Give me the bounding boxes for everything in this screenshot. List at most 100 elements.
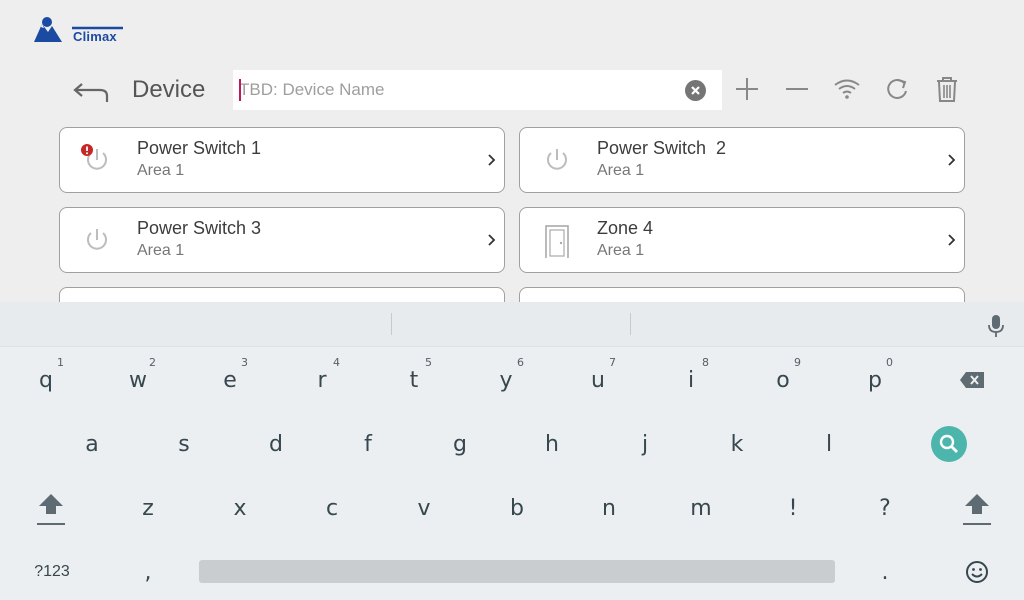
soft-keyboard: q1 w2 e3 r4 t5 y6 u7 i8 o9 p0 a s d f g … xyxy=(0,302,1024,600)
close-icon xyxy=(691,86,700,95)
search-action-key[interactable] xyxy=(931,426,967,462)
key-e[interactable]: e3 xyxy=(200,350,260,410)
shift-key-right[interactable] xyxy=(947,478,1007,538)
key-label: i xyxy=(687,367,695,393)
device-card-partial[interactable] xyxy=(59,287,505,302)
key-s[interactable]: s xyxy=(154,414,214,474)
key-q[interactable]: q1 xyxy=(16,350,76,410)
alert-icon xyxy=(81,144,93,156)
key-hint: 9 xyxy=(794,356,801,369)
device-name: Power Switch 3 xyxy=(137,218,262,238)
key-f[interactable]: f xyxy=(338,414,398,474)
key-v[interactable]: v xyxy=(394,478,454,538)
symbols-key[interactable]: ?123 xyxy=(24,560,80,584)
backspace-icon xyxy=(960,372,984,388)
key-u[interactable]: u7 xyxy=(568,350,628,410)
key-label: e xyxy=(223,367,237,393)
clear-search-button[interactable] xyxy=(685,80,706,101)
key-hint: 1 xyxy=(57,356,64,369)
device-area: Area 1 xyxy=(137,162,185,179)
key-label: w xyxy=(129,367,147,393)
key-w[interactable]: w2 xyxy=(108,350,168,410)
door-icon xyxy=(545,225,569,258)
chevron-right-icon xyxy=(948,154,956,166)
key-period[interactable]: . xyxy=(855,542,915,600)
key-h[interactable]: h xyxy=(522,414,582,474)
header-bar: Climax xyxy=(0,0,1024,60)
suggestion-divider xyxy=(630,313,631,335)
emoji-icon xyxy=(966,561,988,583)
key-y[interactable]: y6 xyxy=(476,350,536,410)
key-d[interactable]: d xyxy=(246,414,306,474)
key-label: q xyxy=(39,367,53,393)
backspace-key[interactable] xyxy=(942,350,1002,410)
chevron-right-icon xyxy=(948,234,956,246)
device-name: Power Switch 1 xyxy=(137,138,262,158)
key-m[interactable]: m xyxy=(671,478,731,538)
key-n[interactable]: n xyxy=(579,478,639,538)
key-hint: 4 xyxy=(333,356,340,369)
device-area: Area 1 xyxy=(597,242,645,259)
key-label: r xyxy=(317,367,327,393)
device-card-zone-4[interactable]: Zone 4 Area 1 xyxy=(519,207,965,273)
key-a[interactable]: a xyxy=(62,414,122,474)
device-area: Area 1 xyxy=(137,242,185,259)
search-icon xyxy=(939,434,958,453)
key-label: p xyxy=(868,367,882,393)
key-p[interactable]: p0 xyxy=(845,350,905,410)
device-name: Zone 4 xyxy=(597,218,654,238)
device-name-input[interactable] xyxy=(239,70,679,110)
emoji-key[interactable] xyxy=(947,542,1007,600)
key-label: o xyxy=(776,367,790,393)
wifi-icon[interactable] xyxy=(832,74,862,104)
text-caret xyxy=(239,79,241,101)
search-box xyxy=(233,70,722,110)
key-hint: 7 xyxy=(609,356,616,369)
device-list-page: Device TBD: Device Name Power Switch 1 A… xyxy=(0,60,1024,302)
device-card-power-switch-2[interactable]: Power Switch 2 Area 1 xyxy=(519,127,965,193)
suggestion-bar xyxy=(0,302,1024,347)
key-c[interactable]: c xyxy=(302,478,362,538)
refresh-icon[interactable] xyxy=(882,74,912,104)
key-exclamation[interactable]: ! xyxy=(763,478,823,538)
key-l[interactable]: l xyxy=(799,414,859,474)
key-b[interactable]: b xyxy=(487,478,547,538)
delete-icon[interactable] xyxy=(932,74,962,104)
space-key[interactable] xyxy=(199,560,835,583)
shift-icon xyxy=(37,494,65,525)
microphone-icon[interactable] xyxy=(986,314,1006,338)
key-i[interactable]: i8 xyxy=(661,350,721,410)
key-label: y xyxy=(499,367,513,393)
power-icon xyxy=(547,149,567,170)
key-hint: 5 xyxy=(425,356,432,369)
key-label: u xyxy=(591,367,605,393)
chevron-right-icon xyxy=(488,234,496,246)
key-hint: 6 xyxy=(517,356,524,369)
key-x[interactable]: x xyxy=(210,478,270,538)
add-icon[interactable] xyxy=(732,74,762,104)
key-t[interactable]: t5 xyxy=(384,350,444,410)
key-k[interactable]: k xyxy=(707,414,767,474)
device-area: Area 1 xyxy=(597,162,645,179)
key-r[interactable]: r4 xyxy=(292,350,352,410)
shift-key[interactable] xyxy=(21,478,81,538)
device-name: Power Switch 2 xyxy=(597,138,727,158)
remove-icon[interactable] xyxy=(782,74,812,104)
device-card-power-switch-3[interactable]: Power Switch 3 Area 1 xyxy=(59,207,505,273)
device-card-partial[interactable] xyxy=(519,287,965,302)
key-comma[interactable]: , xyxy=(118,542,178,600)
key-hint: 2 xyxy=(149,356,156,369)
key-question[interactable]: ? xyxy=(855,478,915,538)
device-card-power-switch-1[interactable]: Power Switch 1 Area 1 xyxy=(59,127,505,193)
suggestion-divider xyxy=(391,313,392,335)
key-z[interactable]: z xyxy=(118,478,178,538)
key-hint: 0 xyxy=(886,356,893,369)
key-hint: 3 xyxy=(241,356,248,369)
key-j[interactable]: j xyxy=(615,414,675,474)
back-icon[interactable] xyxy=(72,76,112,106)
key-hint: 8 xyxy=(702,356,709,369)
key-o[interactable]: o9 xyxy=(753,350,813,410)
power-icon xyxy=(87,229,107,250)
shift-icon xyxy=(963,494,991,525)
key-g[interactable]: g xyxy=(430,414,490,474)
